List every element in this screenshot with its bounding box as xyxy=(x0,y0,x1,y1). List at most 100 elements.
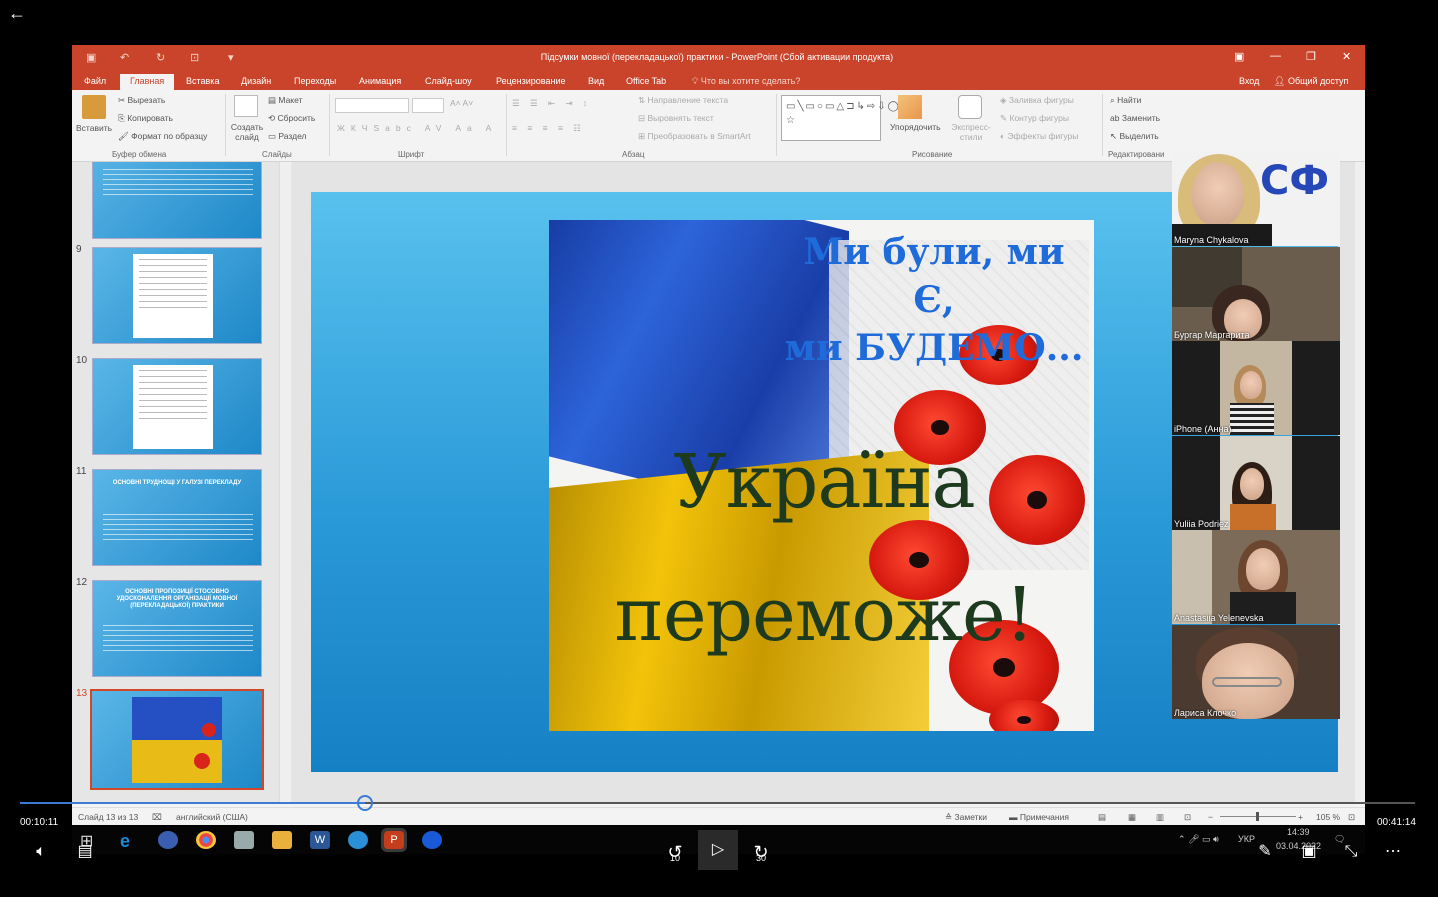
slideshow-view-icon[interactable]: ⊡ xyxy=(1184,812,1191,823)
tab-view[interactable]: Вид xyxy=(584,74,608,90)
ribbon-display-icon[interactable]: ▣ xyxy=(1234,50,1244,63)
select-button[interactable]: ↖ Выделить xyxy=(1110,131,1159,142)
minimize-icon[interactable]: — xyxy=(1270,50,1281,62)
tab-transitions[interactable]: Переходы xyxy=(290,74,340,90)
arrange-icon[interactable] xyxy=(898,95,922,119)
redo-icon[interactable]: ↻ xyxy=(156,51,165,64)
format-painter-button[interactable]: 🖌︎ Формат по образцу xyxy=(118,131,207,142)
replace-button[interactable]: ab Заменить xyxy=(1110,113,1160,123)
align-text-button[interactable]: ⊟ Выровнять текст xyxy=(638,113,714,124)
zoom-slider[interactable] xyxy=(1220,812,1296,821)
skip-back-button[interactable]: ↺ 10 xyxy=(660,832,690,872)
arrange-label[interactable]: Упорядочить xyxy=(890,122,941,132)
participant-tile[interactable]: Anastasiia Yelenevska xyxy=(1172,530,1340,624)
save-icon[interactable]: ▣ xyxy=(86,51,96,64)
smartart-button[interactable]: ⊞ Преобразовать в SmartArt xyxy=(638,131,751,142)
zoom-level[interactable]: 105 % xyxy=(1316,812,1340,822)
telegram-icon[interactable] xyxy=(348,831,368,849)
zoom-out-icon[interactable]: − xyxy=(1208,812,1213,822)
zoom-in-icon[interactable]: + xyxy=(1298,812,1303,822)
comments-button[interactable]: ▬ Примечания xyxy=(1009,812,1069,822)
normal-view-icon[interactable]: ▤ xyxy=(1098,812,1106,823)
chrome-icon[interactable] xyxy=(196,831,216,849)
slide-thumbnail[interactable] xyxy=(92,247,262,344)
layout-button[interactable]: ▤ Макет xyxy=(268,95,302,106)
slide-thumbnail[interactable]: ОСНОВНІ ТРУДНОЩІ У ГАЛУЗІ ПЕРЕКЛАДУ xyxy=(92,469,262,566)
participant-tile[interactable]: СФ Maryna Chykalova xyxy=(1172,152,1340,246)
slideshow-icon[interactable]: ⊡ xyxy=(190,51,199,64)
zoom-slider-thumb[interactable] xyxy=(1256,812,1259,821)
tab-home[interactable]: Главная xyxy=(120,74,175,90)
slide-thumbnail-selected[interactable] xyxy=(90,689,264,790)
tab-design[interactable]: Дизайн xyxy=(237,74,275,90)
edge-icon[interactable]: e xyxy=(120,831,140,851)
text-direction-button[interactable]: ⇅ Направление текста xyxy=(638,95,728,106)
new-slide-icon[interactable] xyxy=(234,95,258,117)
share-button[interactable]: 👤︎ Общий доступ xyxy=(1270,74,1352,90)
fit-slide-icon[interactable]: ⊡ xyxy=(1348,812,1355,823)
viber-icon[interactable] xyxy=(158,831,178,849)
section-button[interactable]: ▭ Раздел xyxy=(268,131,307,142)
word-icon[interactable]: W xyxy=(310,831,330,849)
align-buttons[interactable]: ≡ ≡ ≡ ≡ ☷ xyxy=(512,123,585,134)
video-progress-bar[interactable] xyxy=(20,795,1415,811)
font-size-input[interactable] xyxy=(412,98,444,113)
tell-me-box[interactable]: 💡︎ Что вы хотите сделать? xyxy=(688,74,804,90)
progress-knob[interactable] xyxy=(356,795,373,811)
notes-button[interactable]: ≙ Заметки xyxy=(945,812,987,823)
participant-tile[interactable]: iPhone (Анна) xyxy=(1172,341,1340,435)
paste-label[interactable]: Вставить xyxy=(76,123,112,133)
quick-styles-icon[interactable] xyxy=(958,95,982,119)
play-button[interactable]: ▷ xyxy=(698,830,738,870)
new-slide-label[interactable]: Создать слайд xyxy=(230,122,264,142)
tab-insert[interactable]: Вставка xyxy=(182,74,223,90)
skip-forward-button[interactable]: ↻ 30 xyxy=(746,832,776,872)
captions-icon[interactable]: ▤ xyxy=(74,832,96,872)
slide-thumbnail[interactable]: ОСНОВНІ ПРОПОЗИЦІЇ СТОСОВНО УДОСКОНАЛЕНН… xyxy=(92,580,262,677)
thumbnail-scrollbar[interactable] xyxy=(279,162,291,802)
shapes-gallery[interactable]: ▭╲▭○▭△⊐↳⇨⇩◯{}☆ xyxy=(781,95,909,141)
cut-button[interactable]: ✂ Вырезать xyxy=(118,95,165,106)
more-options-icon[interactable]: ⋯ xyxy=(1382,832,1404,872)
slide-scrollbar[interactable] xyxy=(1355,162,1365,802)
pen-icon[interactable]: ✎ xyxy=(1254,832,1276,872)
back-arrow-icon[interactable]: ← xyxy=(8,3,26,24)
copy-button[interactable]: ⎘ Копировать xyxy=(118,113,173,124)
find-button[interactable]: ⌕ Найти xyxy=(1110,95,1141,106)
reading-view-icon[interactable]: ▥ xyxy=(1156,812,1164,823)
quick-styles-label[interactable]: Экспресс-стили xyxy=(948,122,994,142)
undo-icon[interactable]: ↶ xyxy=(120,51,129,64)
customize-icon[interactable]: ▾ xyxy=(228,51,234,64)
powerpoint-icon[interactable]: P xyxy=(381,828,407,852)
volume-icon[interactable]: 🔈︎ xyxy=(30,832,52,872)
shape-fill-button[interactable]: ◈ Заливка фигуры xyxy=(1000,95,1074,106)
slide-thumbnail[interactable] xyxy=(92,358,262,455)
spellcheck-icon[interactable]: ⌧ xyxy=(152,812,162,823)
shape-effects-button[interactable]: ◐ Эффекты фигуры xyxy=(1000,131,1078,141)
language-status[interactable]: английский (США) xyxy=(176,812,248,822)
font-format-buttons[interactable]: ЖКЧSabc AV Aa A xyxy=(337,123,497,133)
app-icon[interactable] xyxy=(234,831,254,849)
miniplayer-icon[interactable]: ▣ xyxy=(1298,832,1320,872)
tray-language[interactable]: УКР xyxy=(1238,834,1255,844)
participant-tile[interactable]: Yuliia Podriez xyxy=(1172,436,1340,530)
participant-tile[interactable]: Бургар Маргарита xyxy=(1172,247,1340,341)
font-size-buttons[interactable]: A˄ A˅ xyxy=(450,98,473,108)
reset-button[interactable]: ⟲ Сбросить xyxy=(268,113,315,124)
list-buttons[interactable]: ☰ ☰ ⇤ ⇥ ↕ xyxy=(512,98,591,109)
restore-icon[interactable]: ❐ xyxy=(1306,50,1316,63)
paste-icon[interactable] xyxy=(82,95,106,119)
close-icon[interactable]: ✕ xyxy=(1342,50,1351,63)
signin-link[interactable]: Вход xyxy=(1235,74,1263,90)
slide-thumbnail[interactable] xyxy=(92,162,262,239)
shape-outline-button[interactable]: ✎ Контур фигуры xyxy=(1000,113,1069,124)
file-explorer-icon[interactable] xyxy=(272,831,292,849)
tab-file[interactable]: Файл xyxy=(80,74,110,90)
participant-tile[interactable]: Лариса Клочко xyxy=(1172,625,1340,719)
tray-icons[interactable]: ⌃ 🎤︎ ▭ 🔊︎ xyxy=(1178,834,1219,845)
tab-review[interactable]: Рецензирование xyxy=(492,74,570,90)
font-name-input[interactable] xyxy=(335,98,409,113)
tab-office-tab[interactable]: Office Tab xyxy=(622,74,670,90)
fullscreen-icon[interactable]: ⤡ xyxy=(1340,832,1362,872)
sorter-view-icon[interactable]: ▦ xyxy=(1128,812,1136,823)
